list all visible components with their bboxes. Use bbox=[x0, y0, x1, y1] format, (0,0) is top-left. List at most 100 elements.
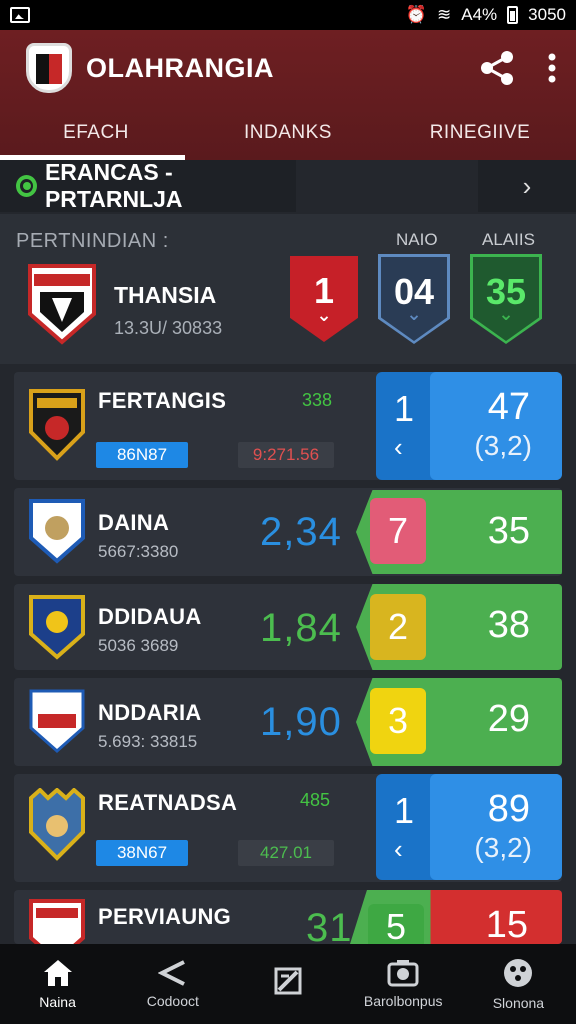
camera-icon bbox=[387, 959, 419, 987]
chevron-right-icon: › bbox=[522, 170, 532, 201]
strategy-icon bbox=[273, 966, 303, 996]
tab-indanks[interactable]: INDANKS bbox=[192, 106, 384, 160]
nav-barolbonpus[interactable]: Barolbonpus bbox=[346, 944, 461, 1024]
points-value: 38 bbox=[487, 604, 530, 646]
club-logo-icon bbox=[26, 43, 72, 93]
nav-label: Codooct bbox=[146, 993, 199, 1009]
nav-slonona[interactable]: Slonona bbox=[461, 944, 576, 1024]
points-value: 15 bbox=[485, 904, 528, 944]
odds-value: 1,90 bbox=[260, 700, 342, 744]
team-stats: 5036 3689 bbox=[98, 636, 179, 655]
points-sub: (3,2) bbox=[474, 430, 532, 461]
featured-panel: PERTNINDIAN : NAIO ALAIIS THANSIA 13.3U/… bbox=[0, 214, 576, 364]
share-icon bbox=[157, 959, 188, 987]
score-panel-green[interactable]: 3 29 bbox=[356, 678, 562, 766]
team-crest-icon bbox=[29, 788, 85, 861]
stat-pill-dark: 9:271.56 bbox=[238, 442, 334, 468]
score-panel-blue[interactable]: 1 ‹ 89 (3,2) bbox=[376, 774, 562, 880]
score-panel-green[interactable]: 7 35 bbox=[356, 490, 562, 574]
stat-pill-dark: 427.01 bbox=[238, 840, 334, 866]
rank-value: 1 bbox=[394, 790, 415, 831]
location-filter[interactable]: ERANCAS - PRTARNLJA bbox=[0, 159, 296, 212]
stat-pill: 86N87 bbox=[96, 442, 188, 468]
bottom-nav: Naina Codooct Barolbonpus Slonona bbox=[0, 944, 576, 1024]
more-vert-icon[interactable] bbox=[548, 53, 556, 83]
team-stats: 5.693: 33815 bbox=[98, 732, 198, 751]
clock: 3050 bbox=[528, 5, 566, 24]
match-card[interactable]: DDIDAUA 5036 3689 1,84 2 38 bbox=[14, 584, 562, 670]
team-name: FERTANGIS bbox=[98, 388, 227, 413]
section-label: PERTNINDIAN : bbox=[16, 230, 169, 252]
chevron-down-icon: ⌄ bbox=[316, 305, 332, 325]
location-pin-icon bbox=[16, 175, 37, 197]
points-value: 47 bbox=[487, 386, 530, 428]
points-value: 35 bbox=[487, 510, 530, 552]
score-shield-blue[interactable]: 04 ⌄ bbox=[381, 257, 447, 341]
battery-icon bbox=[507, 6, 519, 24]
points-sub: (3,2) bbox=[474, 832, 532, 863]
team-stats: 13.3U/ 30833 bbox=[114, 318, 223, 338]
rank-badge: 7 bbox=[370, 498, 426, 564]
col-label-naio: NAIO bbox=[396, 230, 438, 249]
match-card[interactable]: DAINA 5667:3380 2,34 7 35 bbox=[14, 488, 562, 576]
stat-pill: 38N67 bbox=[96, 840, 188, 866]
team-name: NDDARIA bbox=[98, 700, 202, 725]
team-stats: 5667:3380 bbox=[98, 542, 179, 561]
team-crest-icon bbox=[29, 899, 85, 944]
app-bar: OLAHRANGIA EFACH INDANKS RINEGIIVE bbox=[0, 30, 576, 160]
team-crest-icon bbox=[29, 499, 85, 564]
rank-badge: 2 bbox=[370, 594, 426, 660]
score-panel-green-red[interactable]: 5 15 bbox=[350, 890, 562, 944]
nav-codooct[interactable]: Codooct bbox=[115, 944, 230, 1024]
team-name: THANSIA bbox=[114, 282, 217, 308]
chevron-down-icon: ⌄ bbox=[498, 304, 514, 324]
nav-label: Slonona bbox=[492, 995, 545, 1011]
match-card[interactable]: FERTANGIS 338 86N87 9:271.56 1 ‹ 47 (3,2… bbox=[14, 372, 562, 480]
score-panel-green[interactable]: 2 38 bbox=[356, 584, 562, 670]
score-shield-red[interactable]: 1 ⌄ bbox=[290, 256, 358, 342]
match-card[interactable]: NDDARIA 5.693: 33815 1,90 3 29 bbox=[14, 678, 562, 766]
stat-value: 485 bbox=[300, 790, 331, 810]
score-panel-blue[interactable]: 1 ‹ 47 (3,2) bbox=[376, 372, 562, 480]
battery-text: A4% bbox=[461, 5, 498, 24]
odds-value: 1,84 bbox=[260, 606, 342, 650]
status-right: ⏰ ≋ A4% 3050 bbox=[406, 5, 566, 25]
nav-home[interactable]: Naina bbox=[0, 944, 115, 1024]
points-value: 29 bbox=[487, 698, 530, 740]
chevron-left-icon: ‹ bbox=[394, 834, 403, 864]
filter-label: ERANCAS - PRTARNLJA bbox=[44, 159, 183, 212]
tab-rinegiive[interactable]: RINEGIIVE bbox=[384, 106, 576, 160]
match-card[interactable]: REATNADSA 485 38N67 427.01 1 ‹ 89 (3,2) bbox=[14, 774, 562, 882]
filter-row: ERANCAS - PRTARNLJA › bbox=[0, 159, 576, 214]
next-button[interactable]: › bbox=[478, 160, 576, 212]
rank-badge: 3 bbox=[370, 688, 426, 754]
ball-icon bbox=[502, 957, 534, 989]
team-crest-icon bbox=[28, 264, 96, 345]
stat-value: 338 bbox=[302, 390, 333, 410]
gallery-icon bbox=[10, 7, 30, 23]
odds-value: 2,34 bbox=[260, 510, 342, 554]
nav-strategy[interactable] bbox=[230, 944, 345, 1024]
chevron-left-icon: ‹ bbox=[394, 432, 403, 462]
team-name: PERVIAUNG bbox=[98, 904, 232, 929]
team-crest-icon bbox=[29, 389, 85, 461]
tab-bar: EFACH INDANKS RINEGIIVE bbox=[0, 106, 576, 160]
team-name: DAINA bbox=[98, 510, 170, 535]
share-icon[interactable] bbox=[480, 50, 514, 86]
team-crest-icon bbox=[29, 689, 85, 754]
home-icon bbox=[42, 958, 74, 988]
team-name: REATNADSA bbox=[98, 790, 238, 815]
app-title: OLAHRANGIA bbox=[86, 52, 274, 83]
team-crest-icon bbox=[29, 595, 85, 660]
nav-label: Naina bbox=[39, 994, 76, 1010]
status-bar: ⏰ ≋ A4% 3050 bbox=[0, 0, 576, 30]
match-card[interactable]: PERVIAUNG 31 5 15 bbox=[14, 890, 562, 944]
wifi-icon: ≋ bbox=[437, 5, 452, 24]
odds-value: 31 bbox=[306, 906, 353, 944]
points-value: 89 bbox=[487, 788, 530, 830]
chevron-down-icon: ⌄ bbox=[406, 304, 422, 324]
nav-label: Barolbonpus bbox=[363, 993, 443, 1009]
tab-efach[interactable]: EFACH bbox=[0, 106, 192, 160]
col-label-alaiis: ALAIIS bbox=[482, 230, 535, 249]
score-shield-green[interactable]: 35 ⌄ bbox=[473, 257, 539, 341]
